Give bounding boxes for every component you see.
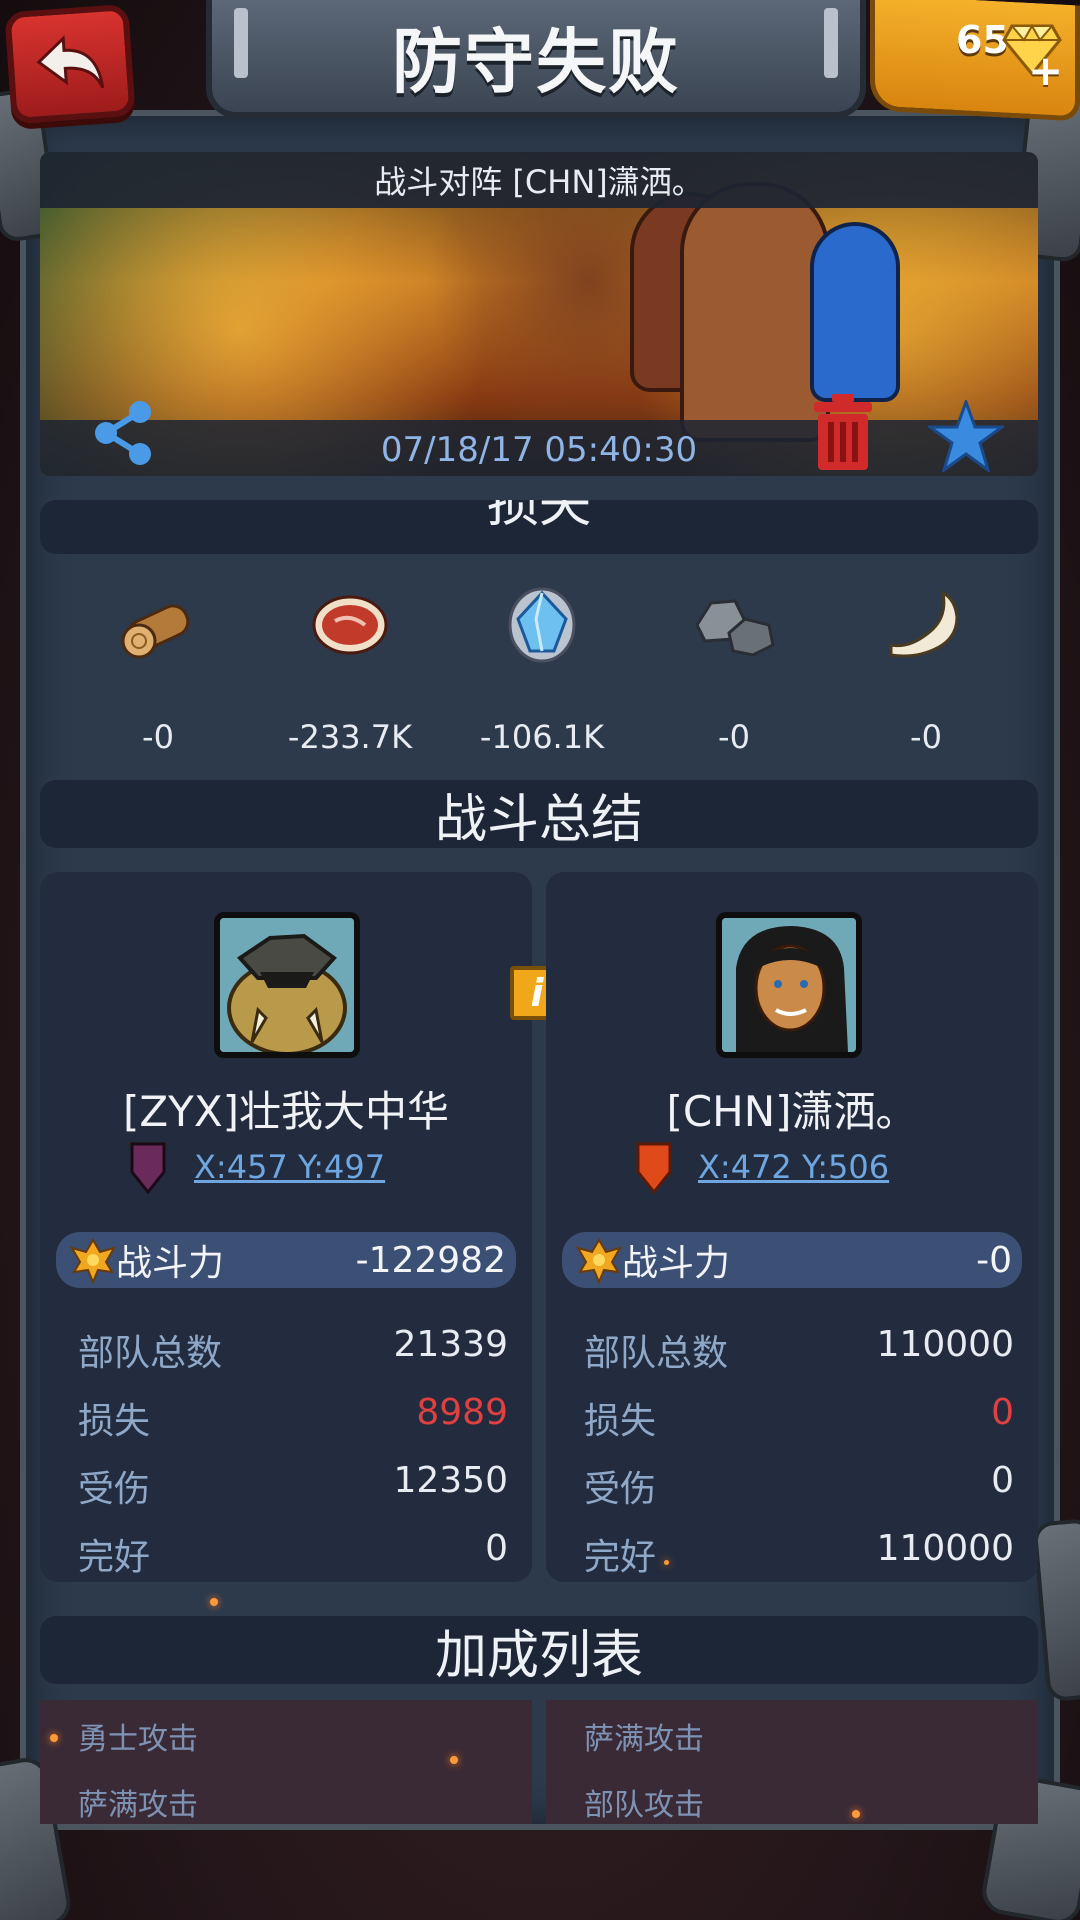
summary-section-title: 战斗总结 xyxy=(434,789,643,850)
warrior-portrait xyxy=(722,918,856,1052)
stat-value: 110000 xyxy=(876,1324,1014,1365)
attacker-bonus-column: 勇士攻击 萨满攻击 xyxy=(40,1700,532,1824)
stat-label: 损失 xyxy=(584,1401,657,1442)
troop-total-row: 部队总数 110000 xyxy=(584,1324,1014,1376)
banner-flag-icon xyxy=(128,1142,168,1195)
hero-figure xyxy=(810,222,900,402)
phoenix-emblem-icon xyxy=(70,1238,116,1284)
stone-icon xyxy=(689,580,779,670)
title-plate: 防守失败 xyxy=(206,0,866,118)
stat-value: 0 xyxy=(991,1460,1014,1501)
crystal-icon xyxy=(497,580,587,670)
resource-bone: -0 xyxy=(846,580,1006,756)
defender-avatar[interactable] xyxy=(716,912,862,1058)
attacker-avatar[interactable] xyxy=(214,912,360,1058)
battle-timestamp: 07/18/17 05:40:30 xyxy=(380,430,698,470)
resource-value: -106.1K xyxy=(479,718,605,756)
bonus-item: 萨满攻击 xyxy=(78,1788,198,1823)
defender-coordinates-link[interactable]: X:472 Y:506 xyxy=(698,1148,889,1186)
page-title: 防守失败 xyxy=(392,20,680,103)
resource-value: -0 xyxy=(718,718,750,756)
loss-section-title: 损失 xyxy=(486,500,591,534)
resource-value: -233.7K xyxy=(287,718,413,756)
bonus-list[interactable]: 勇士攻击 萨满攻击 萨满攻击 部队攻击 xyxy=(40,1700,1038,1824)
add-gems-button[interactable]: + xyxy=(1028,46,1063,95)
troop-lost-row: 损失 8989 xyxy=(78,1392,508,1444)
trash-icon[interactable] xyxy=(810,392,876,472)
banner-title: 战斗对阵 [CHN]潇洒。 xyxy=(40,152,1038,208)
troop-intact-row: 完好 0 xyxy=(78,1528,508,1580)
stat-label: 部队总数 xyxy=(584,1333,729,1374)
troop-lost-row: 损失 0 xyxy=(584,1392,1014,1444)
resource-meat: -233.7K xyxy=(270,580,430,756)
attacker-panel: [ZYX]壮我大中华 X:457 Y:497 战斗力 -122982 部队总数 … xyxy=(40,872,532,1582)
defender-bonus-column: 萨满攻击 部队攻击 xyxy=(546,1700,1038,1824)
attacker-coordinates-link[interactable]: X:457 Y:497 xyxy=(194,1148,385,1186)
troop-wounded-row: 受伤 0 xyxy=(584,1460,1014,1512)
banner-flag-icon xyxy=(634,1142,674,1195)
summary-section-header: 战斗总结 xyxy=(40,780,1038,850)
stat-value: 8989 xyxy=(416,1392,508,1433)
gem-count: 65 xyxy=(956,18,1009,62)
power-label: 战斗力 xyxy=(116,1243,225,1284)
stat-label: 完好 xyxy=(78,1537,151,1578)
attacker-name: [ZYX]壮我大中华 xyxy=(123,1087,449,1136)
resource-value: -0 xyxy=(142,718,174,756)
troop-total-row: 部队总数 21339 xyxy=(78,1324,508,1376)
stat-label: 部队总数 xyxy=(78,1333,223,1374)
stat-label: 受伤 xyxy=(78,1469,151,1510)
resource-wood: -0 xyxy=(78,580,238,756)
defender-panel: [CHN]潇洒。 X:472 Y:506 战斗力 -0 部队总数 110000 … xyxy=(546,872,1038,1582)
troop-wounded-row: 受伤 12350 xyxy=(78,1460,508,1512)
stat-value: 21339 xyxy=(393,1324,508,1365)
bonus-item: 萨满攻击 xyxy=(584,1722,704,1757)
ember-particle xyxy=(450,1756,458,1764)
attacker-power-bar: 战斗力 -122982 xyxy=(56,1232,516,1288)
power-value: -0 xyxy=(976,1239,1012,1281)
troop-intact-row: 完好 110000 xyxy=(584,1528,1014,1580)
stat-label: 损失 xyxy=(78,1401,151,1442)
wood-log-icon xyxy=(113,580,203,670)
hero-figure xyxy=(680,182,830,442)
share-icon[interactable] xyxy=(88,398,158,468)
battle-banner: 战斗对阵 [CHN]潇洒。 07/18/17 05:40:30 xyxy=(40,152,1038,476)
ember-particle xyxy=(50,1734,58,1742)
ember-particle xyxy=(852,1810,860,1818)
stat-value: 110000 xyxy=(876,1528,1014,1569)
loss-section-header: 损失 xyxy=(40,500,1038,554)
bonus-item: 勇士攻击 xyxy=(78,1722,198,1757)
stat-label: 完好 xyxy=(584,1537,657,1578)
battle-opponent-text: 战斗对阵 [CHN]潇洒。 xyxy=(374,163,704,201)
defender-name: [CHN]潇洒。 xyxy=(666,1087,918,1136)
ember-particle xyxy=(210,1598,218,1606)
power-value: -122982 xyxy=(355,1239,506,1281)
stat-label: 受伤 xyxy=(584,1469,657,1510)
ember-particle xyxy=(664,1560,669,1565)
favorite-star-icon[interactable] xyxy=(928,400,1004,472)
back-button[interactable] xyxy=(4,3,136,125)
bonus-section-header: 加成列表 xyxy=(40,1616,1038,1686)
stat-value: 12350 xyxy=(393,1460,508,1501)
resource-crystal: -106.1K xyxy=(462,580,622,756)
creature-portrait xyxy=(220,918,354,1052)
info-icon: i xyxy=(530,971,544,1015)
meat-icon xyxy=(305,580,395,670)
resource-value: -0 xyxy=(910,718,942,756)
bone-icon xyxy=(881,580,971,670)
back-arrow-icon xyxy=(36,35,105,89)
stat-value: 0 xyxy=(991,1392,1014,1433)
power-label: 战斗力 xyxy=(622,1243,731,1284)
bonus-item: 部队攻击 xyxy=(584,1788,704,1823)
resource-stone: -0 xyxy=(654,580,814,756)
bonus-section-title: 加成列表 xyxy=(434,1625,643,1686)
defender-power-bar: 战斗力 -0 xyxy=(562,1232,1022,1288)
stat-value: 0 xyxy=(485,1528,508,1569)
phoenix-emblem-icon xyxy=(576,1238,622,1284)
